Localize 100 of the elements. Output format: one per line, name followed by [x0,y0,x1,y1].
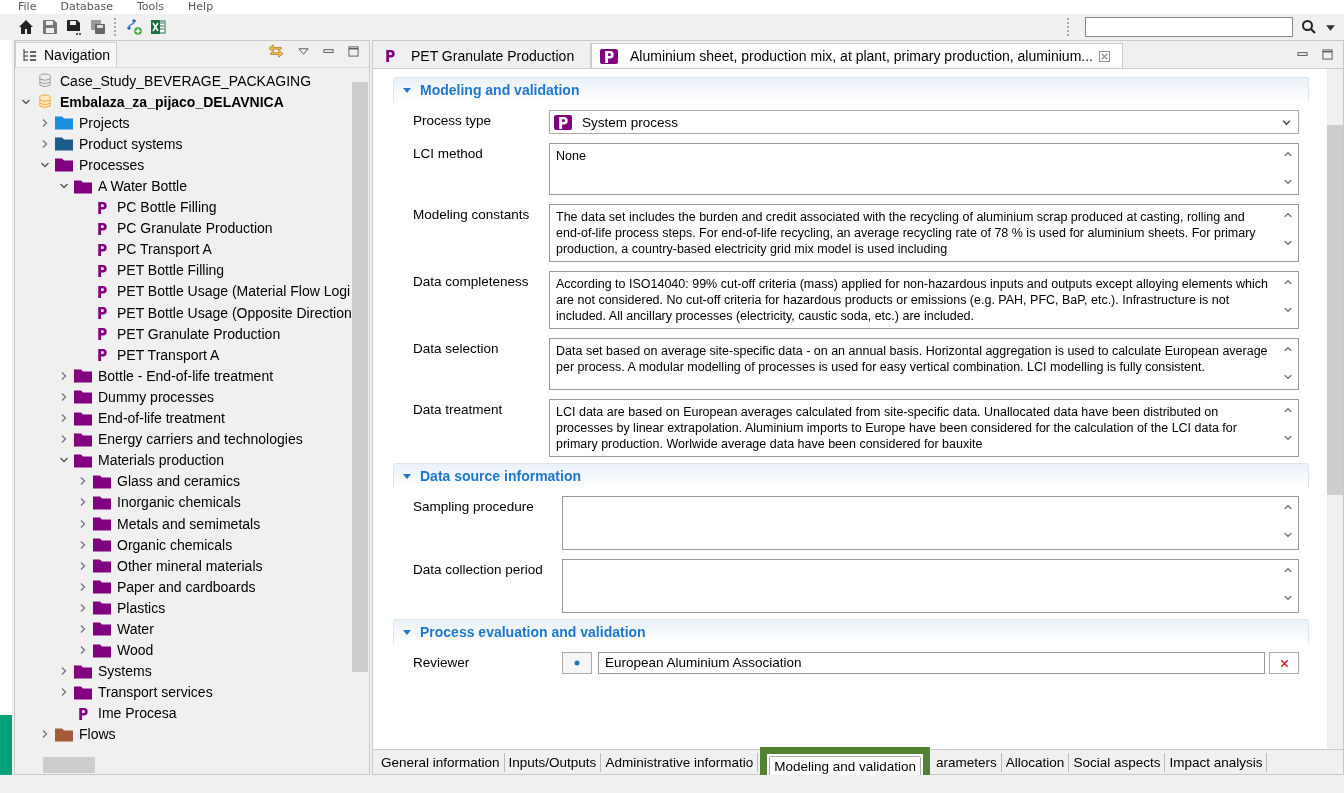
menu-item[interactable]: Tools [136,0,165,14]
tree-item[interactable]: Energy carriers and technologies [98,431,303,448]
expand-chevron-icon[interactable] [78,645,88,656]
tree-item[interactable]: PET Transport A [117,346,220,363]
expand-chevron-icon[interactable] [78,602,88,613]
page-tab[interactable]: Allocation [1001,752,1070,772]
expand-chevron-icon[interactable] [59,391,69,402]
page-tab[interactable]: arameters [932,752,1002,772]
expand-chevron-icon[interactable] [59,687,69,698]
section-header[interactable]: Process evaluation and validation [393,619,1309,644]
close-icon[interactable] [1099,50,1110,62]
tree-item[interactable]: Embalaza_za_pijaco_DELAVNICA [60,93,284,110]
process-type-dropdown[interactable]: System process [549,110,1299,134]
menu-item[interactable]: Database [60,0,113,14]
save-all-icon[interactable] [90,19,106,35]
search-icon[interactable] [1301,19,1317,35]
expand-chevron-icon[interactable] [59,370,69,381]
text-area[interactable]: LCI data are based on European averages calculated from site-specific data. Unallocated data have been distributed on processes by linear extrapolation. Aluminium imports to Europe have been considered for the calculation of the LCI data for primary production. Worlwide average data have been considered for bauxite [549,399,1299,457]
spreadsheet-icon[interactable] [150,19,166,35]
text-area[interactable] [562,496,1299,550]
tree-item[interactable]: Glass and ceramics [117,473,240,490]
field-label: Data selection [413,340,500,356]
page-tab[interactable]: Inputs/Outputs [504,752,602,772]
expand-chevron-icon[interactable] [59,413,69,424]
tree-item[interactable]: A Water Bottle [98,178,187,194]
sync-arrows-icon[interactable] [268,43,284,59]
expand-chevron-icon[interactable] [78,560,88,571]
tree-item[interactable]: Processes [79,156,145,173]
editor-tab[interactable]: Aluminium sheet, production mix, at plant, primary production, aluminium... [591,43,1123,68]
text-area[interactable]: Data set based on average site-specific data - on an annual basis. Horizontal aggregation is used to calculate European average per process. A modular modelling of processes is used for easy vertical combination. LCI modelling is fully consistent. [549,338,1299,390]
tree-item[interactable]: Wood [117,642,154,659]
menu-item[interactable]: File [18,0,37,14]
tree-item[interactable]: Dummy processes [98,388,214,405]
expand-chevron-icon[interactable] [78,476,88,487]
tree-item[interactable]: Paper and cardboards [117,578,256,595]
menu-item[interactable]: Help [188,0,214,14]
remove-button[interactable] [1269,652,1299,674]
section-title: Process evaluation and validation [420,624,646,640]
text-area[interactable]: According to ISO14040: 99% cut-off criteria (mass) applied for non-hazardous inputs and outputs except alloying elements which are not considered. No cut-off criteria for hazardous products or emissions (e.g. PAH, PFC, BaP, etc.). Infrastructure is not included. All ancillary processes (electricity, caustic soda, etc.) are included. [549,271,1299,329]
tree-item[interactable]: Metals and semimetals [117,515,261,532]
search-field[interactable] [1085,17,1293,37]
tree-item[interactable]: Projects [79,114,130,131]
page-tab[interactable]: Modeling and validation [769,755,922,777]
tree-item[interactable]: PET Bottle Usage (Material Flow Logi [117,283,351,300]
expand-chevron-icon[interactable] [40,138,50,149]
expand-chevron-icon[interactable] [40,117,50,128]
tree-item[interactable]: PET Bottle Usage (Opposite Direction [117,304,351,321]
tree-item[interactable]: Materials production [98,452,225,469]
tree-icon [22,47,38,63]
text-area[interactable]: The data set includes the burden and credit associated with the recycling of aluminium scrap produced at casting, rolling and end-of-life process steps. For end-of-life recycling, an average recycling rate of 78 % is used for aluminium sheets. For primary production, a country-based electricity grid mix model is used including [549,204,1299,262]
select-button[interactable] [562,652,592,674]
collapse-chevron-icon[interactable] [59,181,69,191]
tree-item[interactable]: Inorganic chemicals [117,494,241,511]
text-area[interactable] [562,559,1299,613]
expand-chevron-icon[interactable] [78,539,88,550]
reviewer-field[interactable]: European Aluminium Association [598,652,1265,674]
tree-item[interactable]: Bottle - End-of-life treatment [98,367,274,384]
tree-item[interactable]: Product systems [79,135,183,152]
page-tab[interactable]: Social aspects [1069,752,1166,772]
expand-chevron-icon[interactable] [78,624,88,634]
add-graph-icon[interactable] [126,19,142,35]
field-label: Reviewer [413,654,471,670]
field-label: Data completeness [413,273,530,289]
tree-item[interactable]: PC Bottle Filling [117,199,217,216]
field-label: Sampling procedure [413,498,535,514]
maximize-icon[interactable] [348,45,359,57]
text-area[interactable]: None [549,143,1299,195]
tree-item[interactable]: PET Granulate Production [117,325,281,342]
expand-chevron-icon[interactable] [59,666,69,677]
tree-item[interactable]: Systems [98,663,152,680]
section-header[interactable]: Modeling and validation [393,77,1309,102]
tree-item[interactable]: Other mineral materials [117,557,263,574]
expand-chevron-icon[interactable] [78,518,88,529]
page-tab[interactable]: General information [377,752,505,772]
page-tab[interactable]: Administrative informatio [601,752,759,772]
vertical-scrollbar[interactable] [1327,69,1343,749]
view-menu-icon[interactable] [298,45,309,57]
tree-item[interactable]: Ime Procesa [98,705,177,722]
expand-chevron-icon[interactable] [59,434,69,445]
expand-chevron-icon[interactable] [78,581,88,592]
save-icon[interactable] [42,19,58,35]
section-header[interactable]: Data source information [393,463,1309,488]
expand-chevron-icon[interactable] [78,497,88,508]
tree-item[interactable]: PET Bottle Filling [117,262,225,279]
field-label: LCI method [413,145,484,161]
tree-item[interactable]: End-of-life treatment [98,410,225,427]
tree-item[interactable]: PC Granulate Production [117,220,273,237]
tree-item[interactable]: Case_Study_BEVERAGE_PACKAGING [60,72,312,89]
maximize-icon[interactable] [1322,49,1333,60]
expand-chevron-icon[interactable] [40,729,50,740]
page-tab[interactable]: Impact analysis [1165,752,1268,772]
tree-item[interactable]: Organic chemicals [117,536,233,553]
tree-item[interactable]: PC Transport A [117,241,212,258]
tree-item[interactable]: Flows [79,726,116,743]
save-as-icon[interactable] [66,19,82,35]
tree-item[interactable]: Water [117,621,154,637]
tree-item[interactable]: Plastics [117,599,166,616]
navigation-tab[interactable]: Navigation [15,42,118,67]
tree-item[interactable]: Transport services [98,684,213,701]
home-icon[interactable] [18,19,34,35]
